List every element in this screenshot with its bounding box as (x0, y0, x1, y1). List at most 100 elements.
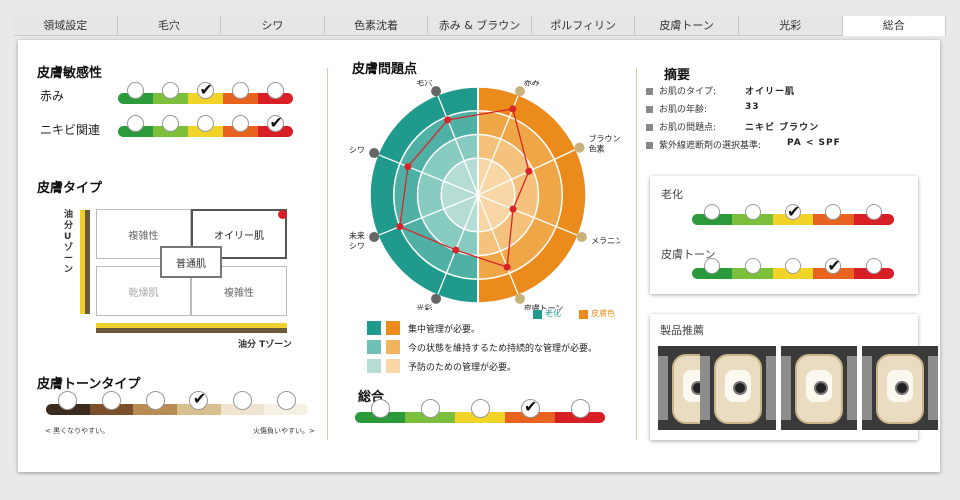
summary-bullet (646, 124, 653, 131)
product-face (887, 370, 913, 402)
acne-scale-option-0[interactable] (127, 115, 144, 132)
redness-scale-option-4[interactable] (267, 82, 284, 99)
radar-point-5 (452, 246, 460, 254)
product-lens-icon (733, 381, 747, 395)
overall-scale-option-4[interactable] (570, 399, 590, 418)
summary-key-0: お肌のタイプ: (659, 87, 717, 97)
summary-key-1: お肌の年齢: (659, 105, 708, 115)
level-swatch-color-2 (386, 359, 400, 373)
overall-scale-option-2[interactable] (470, 399, 490, 418)
redness-scale-option-3[interactable] (232, 82, 249, 99)
radar-label-5-0: 光彩 (416, 303, 432, 310)
tone-type-scale-option-4[interactable] (233, 391, 252, 410)
radar-point-1 (509, 105, 517, 113)
summary-value-2: ニキビ ブラウン (745, 123, 820, 133)
tab-1[interactable]: 毛穴 (117, 16, 222, 36)
aging-scale-check-icon: ✔ (787, 202, 801, 221)
product-device (795, 354, 843, 424)
skin-tone-scale-option-2[interactable] (785, 258, 801, 274)
tab-bar: 領域設定 毛穴 シワ 色素沈着 赤み & ブラウン ポルフィリン 皮膚トーン 光彩 総合 (14, 16, 947, 36)
tab-7[interactable]: 光彩 (738, 16, 843, 36)
redness-scale-check-icon: ✔ (199, 80, 213, 99)
radar-axis-marker-6 (369, 231, 380, 242)
radar-label-3-0: メラニン (591, 237, 620, 246)
summary-bullet (646, 106, 653, 113)
summary-value-3: PA < SPF (787, 138, 841, 148)
level-label-1: 今の状態を維持するため持続的な管理が必要。 (408, 344, 598, 354)
summary-title: 摘要 (664, 68, 691, 83)
radar-axis-marker-5 (431, 293, 442, 304)
summary-value-0: オイリー肌 (745, 87, 796, 97)
level-label-2: 予防のための管理が必要。 (408, 363, 517, 373)
problems-radar-chart: 毛穴 赤みブラウン色素メラニン皮膚トーン光彩未来シワシワ (349, 80, 620, 310)
acne-scale-option-1[interactable] (162, 115, 179, 132)
skin-tone-scale-option-4[interactable] (865, 258, 882, 274)
product-image-3[interactable] (862, 346, 938, 430)
tab-2[interactable]: シワ (221, 16, 325, 36)
tab-0[interactable]: 領域設定 (14, 16, 118, 36)
acne-scale-option-3[interactable] (232, 115, 249, 132)
tone-type-scale-check-icon: ✔ (192, 389, 207, 408)
summary-row-1: お肌の年齢: (646, 102, 707, 115)
radar-label-2-0: ブラウン (589, 133, 620, 143)
summary-row-2: お肌の問題点: (646, 120, 716, 133)
tone-type-scale-bar (46, 404, 308, 415)
tab-4[interactable]: 赤み & ブラウン (428, 16, 532, 36)
acne-scale-option-2[interactable] (197, 115, 214, 132)
product-side-right (847, 356, 857, 420)
tab-5[interactable]: ポルフィリン (531, 16, 636, 36)
summary-key-2: お肌の問題点: (659, 123, 717, 133)
products-title: 製品推薦 (660, 324, 704, 337)
tab-3[interactable]: 色素沈着 (324, 16, 429, 36)
skin-type-cell-normal: 普通肌 (160, 246, 222, 278)
skin-tone-scale-check-icon: ✔ (827, 256, 841, 275)
radar-legend-swatch-1 (579, 310, 588, 319)
tone-type-scale-option-2[interactable] (145, 391, 165, 410)
tab-6[interactable]: 皮膚トーン (635, 16, 739, 36)
tab-8[interactable]: 総合 (842, 16, 947, 36)
radar-point-4 (503, 263, 511, 271)
radar-point-2 (525, 167, 533, 175)
aging-scale-option-4[interactable] (865, 204, 882, 220)
sensitivity-label-acne: ニキビ関連 (40, 123, 101, 137)
radar-label-6-0: 未来 (349, 231, 365, 241)
tone-type-scale-option-1[interactable] (102, 391, 121, 410)
tone-type-scale-option-5[interactable] (276, 391, 296, 410)
skin-type-y-axis: 油分 Uゾーン (64, 210, 74, 275)
sensitivity-label-redness: 赤み (40, 89, 65, 103)
radar-legend-label-1: 皮膚色 (591, 309, 615, 318)
summary-bullet (646, 142, 653, 149)
redness-scale-option-1[interactable] (162, 82, 179, 99)
product-device (714, 354, 762, 424)
product-face (806, 370, 832, 402)
level-swatch-aging-2 (367, 359, 381, 373)
radar-label-2-1: 色素 (589, 143, 605, 153)
radar-point-0 (444, 116, 452, 124)
y-axis-bar-dark (85, 210, 90, 314)
overall-scale-check-icon: ✔ (524, 397, 538, 416)
x-axis-bar-dark (96, 328, 287, 333)
radar-legend-swatch-0 (533, 310, 542, 319)
redness-scale-option-0[interactable] (127, 82, 144, 99)
summary-value-1: 33 (745, 102, 760, 112)
overall-scale-option-1[interactable] (420, 399, 440, 418)
level-swatch-aging-0 (367, 321, 381, 335)
tone-type-title: 皮膚トーンタイプ (37, 377, 141, 392)
skin-tone-scale-option-1[interactable] (744, 258, 761, 274)
radar-axis-marker-4 (514, 293, 525, 304)
radar-point-6 (396, 223, 404, 231)
tone-right-note: 火傷負いやすい。> (253, 427, 315, 435)
aging-title: 老化 (661, 188, 683, 201)
level-label-0: 集中管理が必要。 (408, 325, 481, 335)
product-image-1[interactable] (700, 346, 776, 430)
radar-legend-label-0: 老化 (545, 309, 561, 318)
aging-scale-option-1[interactable] (744, 204, 761, 220)
product-device (876, 354, 924, 424)
radar-axis-marker-0 (431, 86, 442, 97)
overall-scale-option-0[interactable] (370, 399, 390, 418)
radar-label-0-0: 毛穴 (416, 80, 432, 87)
product-side-left (781, 356, 791, 420)
radar-axis-marker-7 (369, 148, 380, 159)
product-image-2[interactable] (781, 346, 857, 430)
level-swatch-color-1 (386, 340, 400, 354)
